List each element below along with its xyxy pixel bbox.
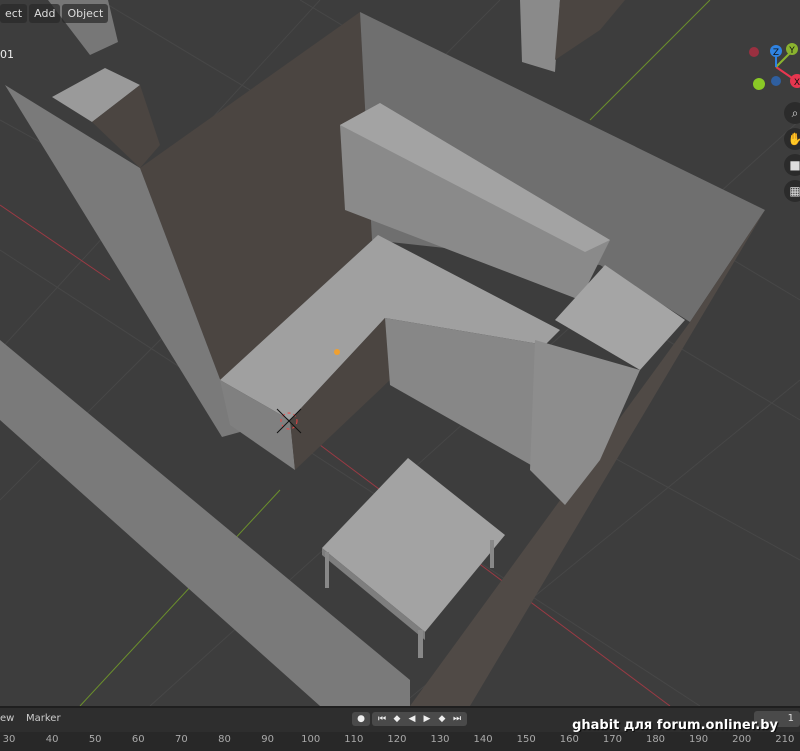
frame-tick: 120 (387, 734, 407, 745)
frame-tick: 180 (645, 734, 666, 745)
play-reverse-icon[interactable]: ◀ (405, 714, 419, 724)
object-name-label: 01 (0, 48, 14, 61)
timeline: ew Marker ● ⏮ ◆ ◀ ▶ ◆ ⏭ 1 ghabit для for… (0, 706, 800, 751)
zoom-icon[interactable]: ⌕ (784, 102, 800, 124)
navigation-gizmo[interactable]: Z Y X (749, 43, 800, 90)
frame-tick: 60 (131, 734, 145, 745)
hand-pan-icon[interactable]: ✋ (784, 128, 800, 150)
frame-tick: 140 (473, 734, 493, 745)
top-object (520, 0, 560, 72)
menu-object[interactable]: Object (62, 4, 109, 23)
frame-tick: 100 (301, 734, 321, 745)
frame-tick: 40 (45, 734, 59, 745)
menu-view[interactable]: ew (0, 713, 14, 724)
viewport-header: ect Add Object (0, 4, 109, 23)
frame-tick: 110 (344, 734, 364, 745)
svg-text:X: X (794, 78, 800, 88)
frame-tick: 150 (516, 734, 536, 745)
frame-tick: 80 (218, 734, 231, 745)
frame-tick: 210 (775, 734, 795, 745)
svg-text:Y: Y (788, 46, 795, 56)
frame-tick: 130 (430, 734, 450, 745)
jump-end-icon[interactable]: ⏭ (450, 714, 464, 724)
frame-tick: 50 (88, 734, 102, 745)
table-leg (325, 552, 329, 588)
prev-keyframe-icon[interactable]: ◆ (390, 714, 404, 724)
frame-tick: 170 (602, 734, 622, 745)
jump-start-icon[interactable]: ⏮ (375, 714, 389, 724)
grid-ortho-icon[interactable]: ▦ (784, 180, 800, 202)
menu-marker[interactable]: Marker (26, 713, 61, 724)
camera-icon[interactable]: ■ (784, 154, 800, 176)
frame-tick: 190 (689, 734, 709, 745)
timeline-ruler[interactable]: 30 40 50 60 70 80 90 100 110 120 130 140 150 160 170 18… (0, 732, 800, 751)
frame-tick: 90 (261, 734, 274, 745)
table-leg (418, 630, 423, 658)
table-leg (490, 540, 494, 568)
table-top (322, 458, 505, 632)
frame-tick: 200 (732, 734, 752, 745)
playback-controls: ⏮ ◆ ◀ ▶ ◆ ⏭ (372, 712, 467, 726)
frame-tick: 70 (175, 734, 188, 745)
menu-add[interactable]: Add (29, 4, 61, 23)
svg-text:Z: Z (773, 48, 779, 58)
3d-viewport[interactable]: Z Y X (0, 0, 800, 706)
frame-tick: 30 (2, 734, 16, 745)
play-icon[interactable]: ▶ (420, 714, 434, 724)
menu-select[interactable]: ect (0, 4, 28, 23)
watermark: ghabit для forum.onliner.by (572, 718, 778, 733)
3d-cursor-icon[interactable] (276, 408, 302, 434)
top-object (555, 0, 625, 60)
next-keyframe-icon[interactable]: ◆ (435, 714, 449, 724)
record-button[interactable]: ● (352, 712, 370, 726)
frame-tick: 160 (559, 734, 579, 745)
object-origin (334, 349, 340, 355)
